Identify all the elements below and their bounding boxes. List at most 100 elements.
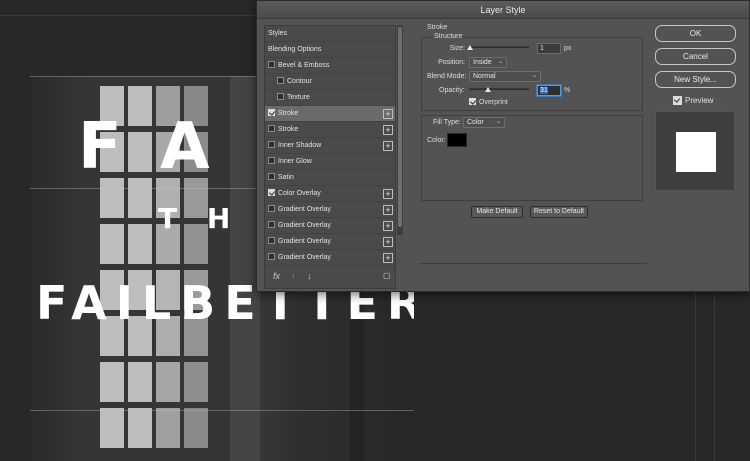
style-row-label: Color Overlay xyxy=(278,190,321,197)
style-row-label: Gradient Overlay xyxy=(278,254,331,261)
window-pane xyxy=(100,362,124,402)
move-down-icon[interactable]: ↓ xyxy=(307,271,312,281)
reset-to-default-button[interactable]: Reset to Default xyxy=(530,206,588,218)
style-row[interactable]: Inner Shadow + xyxy=(265,138,395,154)
cancel-button[interactable]: Cancel xyxy=(655,48,736,65)
size-label: Size: xyxy=(449,45,465,52)
preview-checkbox[interactable] xyxy=(673,96,682,105)
fill-type-label: Fill Type: xyxy=(433,119,461,126)
size-slider-thumb[interactable] xyxy=(466,45,473,50)
style-row[interactable]: Satin xyxy=(265,170,395,186)
style-row[interactable]: Texture xyxy=(265,90,395,106)
chevron-down-icon: ⌄ xyxy=(495,119,501,125)
ok-button[interactable]: OK xyxy=(655,25,736,42)
window-pane xyxy=(100,178,124,218)
overprint-row[interactable]: Overprint xyxy=(469,98,508,106)
style-row[interactable]: Gradient Overlay + xyxy=(265,250,395,266)
styles-list: Styles Blending Options Bevel & Emboss Cont… xyxy=(264,25,396,289)
fill-type-value: Color xyxy=(467,119,484,126)
style-checkbox[interactable] xyxy=(268,109,275,116)
add-style-icon[interactable]: + xyxy=(383,141,393,151)
style-checkbox[interactable] xyxy=(268,189,275,196)
size-unit: px xyxy=(564,45,572,52)
make-default-button[interactable]: Make Default xyxy=(471,206,523,218)
style-checkbox[interactable] xyxy=(268,237,275,244)
fill-type-select[interactable]: Color ⌄ xyxy=(463,117,505,128)
style-row[interactable]: Bevel & Emboss xyxy=(265,58,395,74)
structure-title: Structure xyxy=(433,33,464,40)
style-row[interactable]: Color Overlay + xyxy=(265,186,395,202)
overprint-checkbox[interactable] xyxy=(469,98,476,105)
style-checkbox[interactable] xyxy=(268,61,275,68)
opacity-slider-thumb[interactable] xyxy=(484,87,491,92)
add-style-icon[interactable]: + xyxy=(383,253,393,263)
blend-mode-label: Blend Mode: xyxy=(427,73,467,80)
window-pane xyxy=(156,362,180,402)
style-checkbox[interactable] xyxy=(268,205,275,212)
style-checkbox[interactable] xyxy=(268,141,275,148)
stroke-settings: Stroke Structure Size: 1 px Position: In… xyxy=(417,21,647,281)
chevron-down-icon: ⌄ xyxy=(497,59,503,65)
style-row-label: Blending Options xyxy=(268,46,322,53)
style-checkbox[interactable] xyxy=(268,221,275,228)
add-style-icon[interactable]: + xyxy=(383,109,393,119)
guide-line xyxy=(30,410,414,411)
style-checkbox[interactable] xyxy=(268,173,275,180)
window-pane xyxy=(156,408,180,448)
style-row-label: Inner Glow xyxy=(278,158,312,165)
divider xyxy=(419,263,647,264)
color-label: Color: xyxy=(427,137,446,144)
new-style-button[interactable]: New Style... xyxy=(655,71,736,88)
style-row-label: Bevel & Emboss xyxy=(278,62,330,69)
style-row[interactable]: Blending Options xyxy=(265,42,395,58)
style-checkbox[interactable] xyxy=(268,125,275,132)
chevron-down-icon: ⌄ xyxy=(531,73,537,79)
add-style-icon[interactable]: + xyxy=(383,189,393,199)
add-style-icon[interactable]: + xyxy=(383,221,393,231)
preview-label: Preview xyxy=(685,96,714,105)
style-row-label: Gradient Overlay xyxy=(278,238,331,245)
style-row[interactable]: Stroke + xyxy=(265,106,395,122)
window-pane xyxy=(184,362,208,402)
style-row-label: Stroke xyxy=(278,126,299,133)
trash-icon[interactable]: ▢ xyxy=(383,271,391,280)
opacity-input[interactable]: 31 xyxy=(537,85,561,96)
styles-list-scrollbar[interactable] xyxy=(397,25,403,235)
fx-icon[interactable]: fx xyxy=(273,271,280,281)
style-checkbox[interactable] xyxy=(268,253,275,260)
window-pane xyxy=(128,362,152,402)
style-row-label: Inner Shadow xyxy=(278,142,322,149)
style-row[interactable]: Styles xyxy=(265,26,395,42)
add-style-icon[interactable]: + xyxy=(383,125,393,135)
move-up-icon[interactable]: ↑ xyxy=(291,271,296,281)
style-checkbox[interactable] xyxy=(277,93,284,100)
preview-toggle[interactable]: Preview xyxy=(673,96,713,105)
style-row[interactable]: Gradient Overlay + xyxy=(265,218,395,234)
style-row-label: Stroke xyxy=(278,110,299,117)
add-style-icon[interactable]: + xyxy=(383,237,393,247)
add-style-icon[interactable]: + xyxy=(383,205,393,215)
size-input[interactable]: 1 xyxy=(537,43,561,54)
style-checkbox[interactable] xyxy=(277,77,284,84)
style-row-label: Texture xyxy=(287,94,310,101)
position-label: Position: xyxy=(438,59,465,66)
size-slider[interactable] xyxy=(469,46,529,48)
blend-mode-select[interactable]: Normal ⌄ xyxy=(469,71,541,82)
position-select[interactable]: Inside ⌄ xyxy=(469,57,507,68)
opacity-slider[interactable] xyxy=(469,88,529,90)
style-checkbox[interactable] xyxy=(268,157,275,164)
opacity-unit: % xyxy=(564,87,571,94)
style-row[interactable]: Contour xyxy=(265,74,395,90)
opacity-label: Opacity: xyxy=(439,87,465,94)
style-row[interactable]: Gradient Overlay + xyxy=(265,202,395,218)
style-row-label: Contour xyxy=(287,78,312,85)
style-preview xyxy=(655,111,735,191)
dialog-title[interactable]: Layer Style xyxy=(257,1,749,19)
style-row[interactable]: Stroke + xyxy=(265,122,395,138)
style-row[interactable]: Gradient Overlay + xyxy=(265,234,395,250)
window-pane xyxy=(128,224,152,264)
stroke-color-swatch[interactable] xyxy=(447,133,467,147)
style-row[interactable]: Inner Glow xyxy=(265,154,395,170)
scrollbar-thumb[interactable] xyxy=(398,27,402,227)
canvas-text-line-1: F A xyxy=(78,110,218,184)
